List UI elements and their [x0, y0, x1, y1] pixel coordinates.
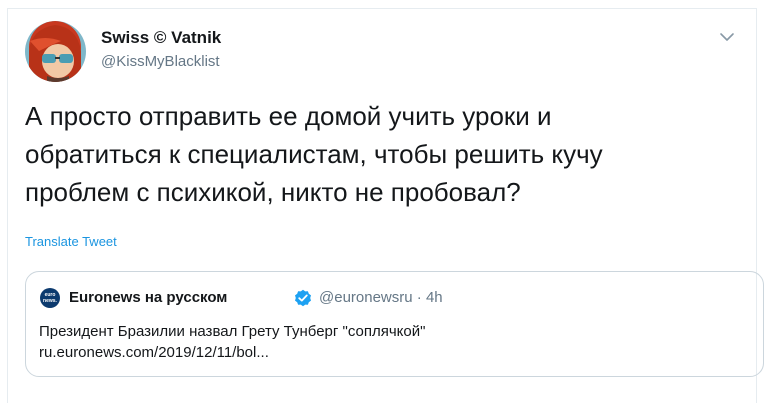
tweet-text-line: обратиться к специалистам, чтобы решить … [25, 139, 603, 169]
quoted-handle: @euronewsru [319, 289, 413, 306]
euronews-logo-icon: euro news. [40, 288, 60, 308]
display-name[interactable]: Swiss © Vatnik [101, 28, 221, 48]
quoted-link: ru.euronews.com/2019/12/11/bol... [39, 344, 269, 361]
avatar[interactable] [25, 21, 86, 82]
logo-text-bottom: news. [43, 298, 57, 304]
quoted-text-line: Президент Бразилии назвал Грету Тунберг … [39, 323, 426, 340]
quoted-display-name: Euronews на русском [69, 289, 228, 306]
tweet-text-line: А просто отправить ее домой учить уроки … [25, 101, 552, 131]
user-handle[interactable]: @KissMyBlacklist [101, 53, 220, 70]
meta-separator: · [416, 289, 422, 306]
quoted-text: Президент Бразилии назвал Грету Тунберг … [39, 321, 425, 363]
chevron-down-icon[interactable] [719, 30, 735, 42]
avatar-image [25, 21, 86, 82]
quoted-meta: @euronewsru · 4h [319, 289, 443, 306]
verified-badge-icon [294, 289, 312, 307]
quoted-tweet[interactable]: euro news. Euronews на русском @euronews… [25, 271, 764, 377]
tweet-text: А просто отправить ее домой учить уроки … [25, 97, 725, 211]
tweet-text-line: проблем с психикой, никто не пробовал? [25, 177, 521, 207]
translate-tweet-link[interactable]: Translate Tweet [25, 234, 117, 249]
quoted-time: 4h [425, 289, 443, 306]
